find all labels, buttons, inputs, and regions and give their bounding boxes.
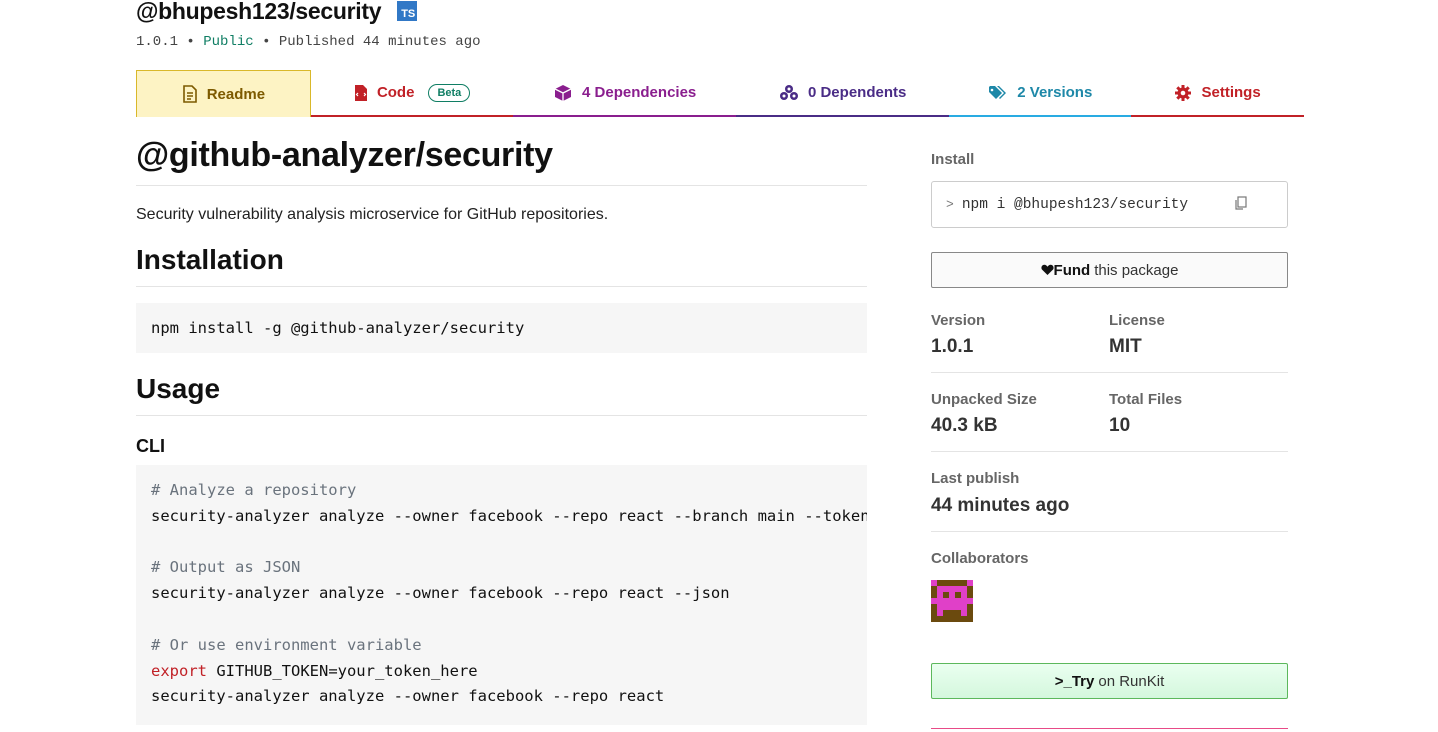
fund-rest-label: this package (1094, 261, 1179, 279)
tab-dependencies-label: 4 Dependencies (582, 84, 697, 101)
package-title-row: @bhupesh123/security TS (136, 0, 418, 24)
report-button-edge (931, 728, 1288, 732)
install-label: Install (931, 151, 975, 168)
last-publish-value: 44 minutes ago (931, 495, 1070, 516)
gear-icon (1175, 84, 1192, 101)
code-comment: # Output as JSON (151, 558, 301, 577)
boxes-icon (779, 84, 798, 100)
total-files-stat: Total Files 10 (1109, 391, 1287, 437)
heart-icon (1040, 264, 1054, 275)
license-label: License (1109, 312, 1165, 329)
package-sidebar: Install > npm i @bhupesh123/security Fun… (931, 118, 1288, 699)
code-file-icon (354, 84, 367, 101)
box-icon (554, 84, 572, 101)
code-comment: # Or use environment variable (151, 635, 422, 654)
code-line: security-analyzer analyze --owner facebo… (151, 584, 730, 603)
beta-badge: Beta (428, 83, 471, 102)
code-keyword: export (151, 661, 207, 680)
tab-versions-label: 2 Versions (1017, 84, 1093, 101)
last-publish-label: Last publish (931, 470, 1020, 487)
version-label: Version (931, 312, 986, 329)
version-stat: Version 1.0.1 (931, 312, 1109, 358)
package-title: @bhupesh123/security (136, 0, 382, 24)
unpacked-size-value: 40.3 kB (931, 415, 998, 436)
code-line: security-analyzer analyze --owner facebo… (151, 687, 665, 706)
runkit-rest-label: on RunKit (1098, 672, 1165, 690)
collaborators-label: Collaborators (931, 550, 1029, 567)
readme-title: @github-analyzer/security (136, 136, 867, 186)
total-files-label: Total Files (1109, 391, 1183, 408)
cli-heading: CLI (136, 436, 165, 456)
code-line: security-analyzer analyze --owner facebo… (151, 506, 867, 525)
typescript-badge-icon[interactable]: TS (397, 1, 418, 21)
unpacked-size-label: Unpacked Size (931, 391, 1037, 408)
tab-readme[interactable]: Readme (136, 70, 311, 117)
install-code-block: npm install -g @github-analyzer/security (136, 303, 867, 353)
tab-readme-label: Readme (206, 85, 266, 103)
tab-versions[interactable]: 2 Versions (949, 70, 1132, 117)
size-files-row: Unpacked Size 40.3 kB Total Files 10 (931, 391, 1288, 452)
usage-heading: Usage (136, 373, 867, 416)
unpacked-size-stat: Unpacked Size 40.3 kB (931, 391, 1109, 437)
fund-package-button[interactable]: Fund this package (931, 252, 1288, 288)
last-publish-stat: Last publish 44 minutes ago (931, 470, 1069, 517)
version-value: 1.0.1 (931, 336, 974, 357)
tags-icon (989, 85, 1007, 99)
terminal-prompt-icon: > (946, 197, 954, 212)
package-tabs: Readme Code Beta 4 Dependencies 0 Depend… (136, 70, 1304, 117)
tab-dependents[interactable]: 0 Dependents (735, 70, 950, 117)
total-files-value: 10 (1109, 415, 1131, 436)
runkit-bold-label: >_Try (1054, 672, 1095, 690)
package-header: @bhupesh123/security TS (136, 0, 418, 24)
meta-separator: • (186, 34, 195, 50)
code-comment: # Analyze a repository (151, 481, 357, 499)
package-version: 1.0.1 (136, 34, 179, 50)
installation-heading: Installation (136, 244, 867, 287)
license-stat: License MIT (1109, 312, 1287, 358)
tab-code-label: Code (376, 84, 415, 101)
fund-bold-label: Fund (1053, 261, 1091, 279)
tab-code[interactable]: Code Beta (310, 70, 514, 117)
published-time: Published 44 minutes ago (278, 34, 481, 50)
readme-description: Security vulnerability analysis microser… (136, 206, 609, 223)
license-value: MIT (1109, 336, 1142, 357)
version-license-row: Version 1.0.1 License MIT (931, 312, 1288, 373)
last-publish-row: Last publish 44 minutes ago (931, 470, 1288, 532)
copy-icon[interactable] (1235, 196, 1247, 210)
document-icon (182, 85, 197, 103)
tab-dependents-label: 0 Dependents (807, 84, 907, 101)
readme-content: @github-analyzer/security Security vulne… (136, 118, 867, 725)
meta-separator: • (262, 34, 271, 50)
tab-dependencies[interactable]: 4 Dependencies (513, 70, 736, 117)
collaborator-avatar[interactable] (931, 580, 973, 622)
install-command-box[interactable]: > npm i @bhupesh123/security (931, 181, 1288, 228)
tab-settings[interactable]: Settings (1131, 70, 1304, 117)
package-meta: 1.0.1 • Public • Published 44 minutes ag… (136, 34, 481, 50)
package-visibility: Public (203, 34, 254, 50)
install-command: npm i @bhupesh123/security (961, 196, 1189, 213)
code-line: GITHUB_TOKEN=your_token_here (207, 661, 478, 680)
tab-settings-label: Settings (1201, 84, 1261, 101)
cli-code-block: # Analyze a repository security-analyzer… (136, 465, 867, 725)
try-runkit-button[interactable]: >_Try on RunKit (931, 663, 1288, 699)
